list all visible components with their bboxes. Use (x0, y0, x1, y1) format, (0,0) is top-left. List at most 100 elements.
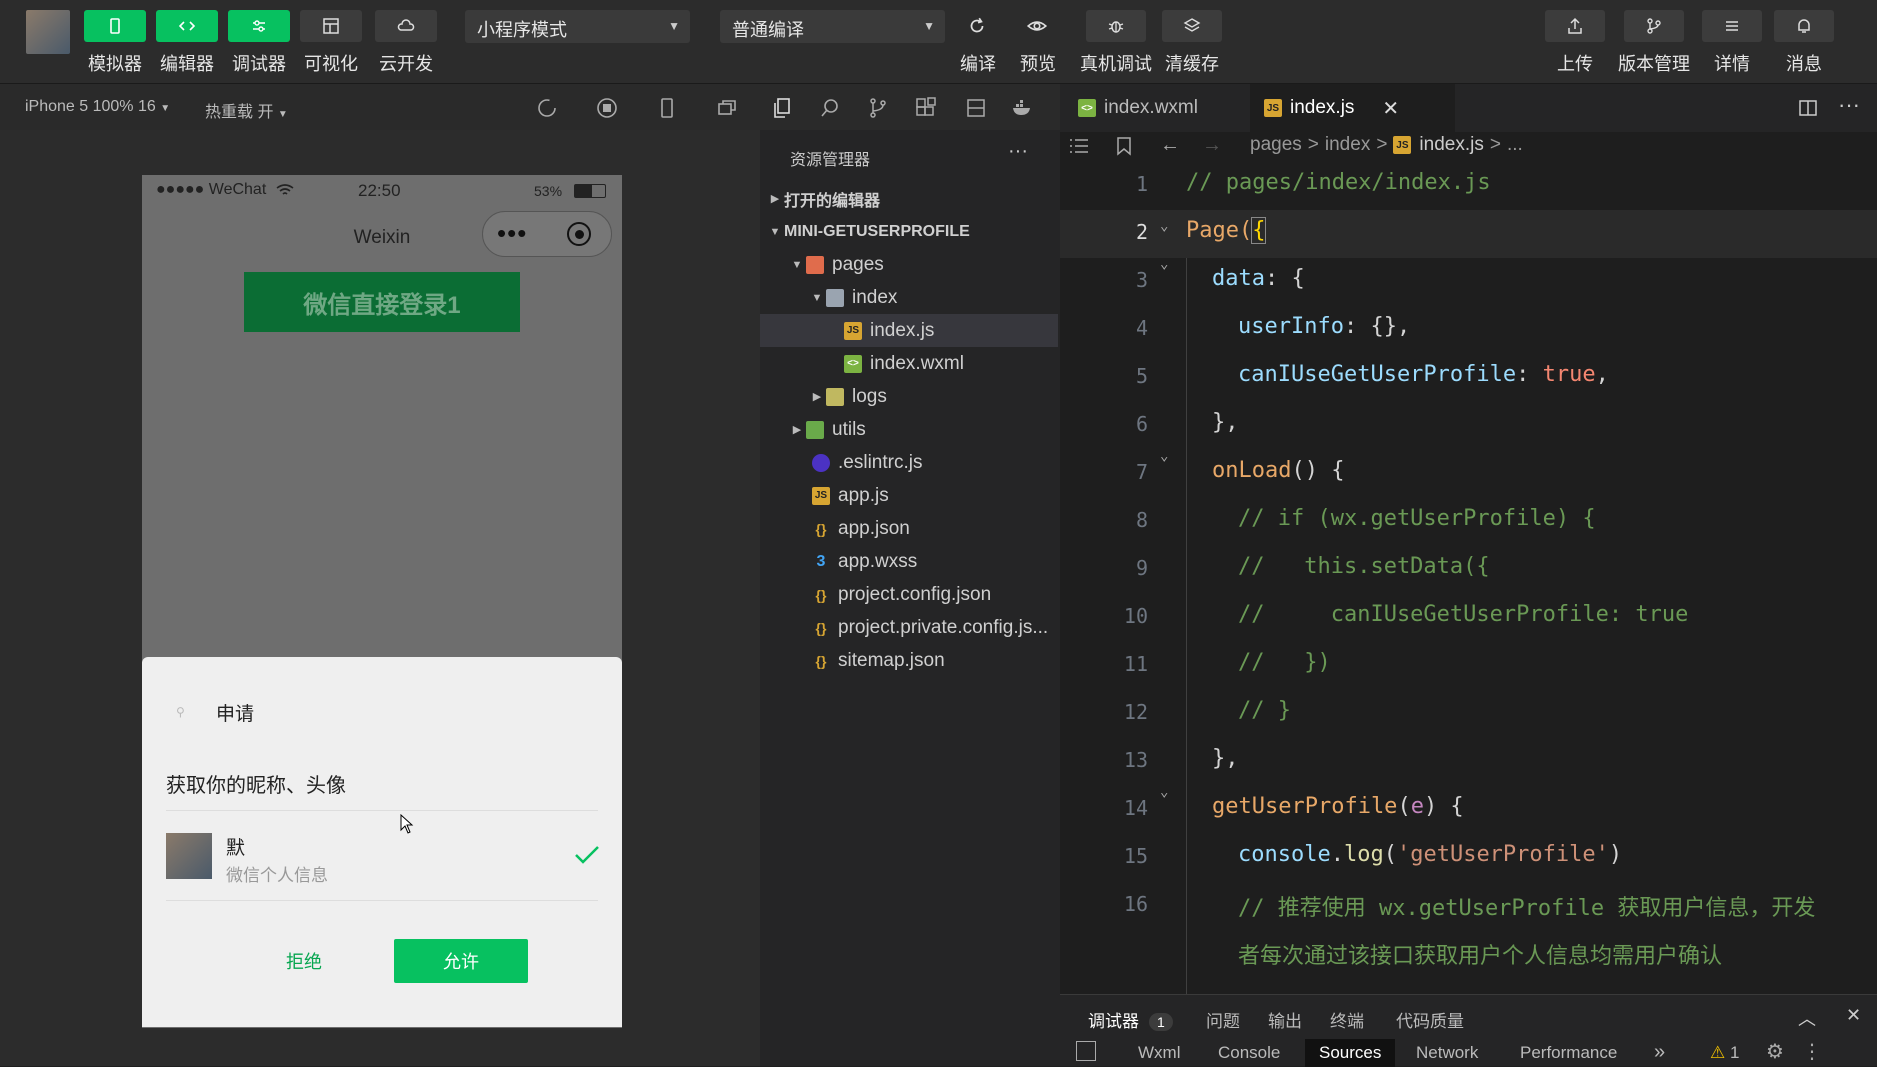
fold-icon[interactable]: ⌄ (1160, 256, 1168, 272)
cloud-button[interactable] (375, 10, 437, 42)
messages-button[interactable] (1774, 10, 1834, 42)
tree-file-index-wxml[interactable]: <> index.wxml (760, 347, 1058, 380)
code-text: }, (1212, 746, 1239, 771)
tab-index-js[interactable]: JS index.js ✕ (1250, 84, 1455, 132)
tab-console[interactable]: Console (1218, 1043, 1280, 1063)
tab-terminal[interactable]: 终端 (1330, 1007, 1364, 1032)
allow-button[interactable]: 允许 (394, 939, 528, 983)
menu-icon (1726, 21, 1738, 31)
debugger-button[interactable] (228, 10, 290, 42)
explorer-more-button[interactable]: ··· (1008, 140, 1028, 163)
avatar[interactable] (26, 10, 70, 54)
code-line: 8// if (wx.getUserProfile) { (1135, 506, 1596, 532)
more-tabs-button[interactable]: » (1654, 1041, 1665, 1064)
extensions-icon[interactable] (914, 96, 938, 120)
tab-issues[interactable]: 问题 (1206, 1007, 1240, 1032)
tab-output[interactable]: 输出 (1268, 1007, 1302, 1032)
tab-index-wxml[interactable]: <> index.wxml (1060, 84, 1240, 132)
breadcrumb-item[interactable]: index (1325, 134, 1370, 156)
hot-reload-toggle[interactable]: 热重载 开 ▼ (205, 98, 288, 122)
breadcrumb-separator: > (1307, 134, 1319, 155)
storage-icon[interactable] (964, 96, 988, 120)
tree-item-label: index.js (870, 319, 935, 341)
simulator-button[interactable] (84, 10, 146, 42)
tree-file-index-js[interactable]: JS index.js (760, 314, 1058, 347)
simulator-label: 模拟器 (88, 54, 142, 74)
device-icon[interactable] (655, 96, 679, 120)
fold-icon[interactable]: ⌄ (1160, 218, 1168, 234)
split-editor-icon[interactable] (1798, 98, 1818, 118)
status-battery: 53% (534, 183, 563, 199)
tree-file-eslintrc[interactable]: .eslintrc.js (760, 446, 1058, 479)
warning-icon: ⚠ (1710, 1043, 1726, 1062)
tree-folder-utils[interactable]: ▶ utils (760, 413, 1058, 446)
gear-icon[interactable]: ⚙ (1766, 1039, 1784, 1064)
wechat-login-button[interactable]: 微信直接登录1 (244, 272, 520, 332)
version-button[interactable] (1624, 10, 1684, 42)
tab-performance[interactable]: Performance (1520, 1043, 1617, 1063)
back-arrow-icon[interactable]: ← (1160, 134, 1180, 157)
breadcrumb-item[interactable]: ... (1507, 134, 1523, 156)
visual-button[interactable] (300, 10, 362, 42)
clear-cache-button[interactable] (1162, 10, 1222, 42)
code-line: 13}, (1123, 746, 1239, 772)
tab-network[interactable]: Network (1416, 1043, 1478, 1063)
battery-icon (574, 184, 606, 198)
warning-count[interactable]: ⚠ 1 (1710, 1043, 1739, 1063)
tree-file-project-private-config[interactable]: {} project.private.config.js... (760, 611, 1058, 644)
close-icon[interactable]: ✕ (1382, 96, 1399, 121)
close-mini-program-icon[interactable] (567, 222, 591, 246)
window-icon[interactable] (715, 96, 739, 120)
eslint-file-icon (812, 453, 830, 472)
chevron-up-icon[interactable]: ︿ (1798, 1005, 1816, 1031)
tree-file-app-json[interactable]: {} app.json (760, 512, 1058, 545)
capsule-menu[interactable]: ••• (482, 211, 612, 257)
code-text: // pages/index/index.js (1186, 170, 1491, 195)
simulator-subbar: iPhone 5 100% 16 ▼ 热重载 开 ▼ (0, 84, 1060, 130)
tree-file-project-config[interactable]: {} project.config.json (760, 578, 1058, 611)
breadcrumb-item[interactable]: index.js (1419, 134, 1483, 156)
tree-folder-pages[interactable]: ▼ pages (760, 248, 1058, 281)
tab-sources[interactable]: Sources (1305, 1039, 1396, 1067)
stop-icon[interactable] (595, 96, 619, 120)
tree-file-app-wxss[interactable]: 3 app.wxss (760, 545, 1058, 578)
tab-code-quality[interactable]: 代码质量 (1396, 1007, 1464, 1032)
more-actions-icon[interactable]: ··· (1838, 92, 1860, 118)
project-section[interactable]: ▼ MINI-GETUSERPROFILE (760, 215, 1058, 248)
forward-arrow-icon[interactable]: → (1202, 134, 1222, 157)
tab-wxml[interactable]: Wxml (1138, 1043, 1180, 1063)
reject-button[interactable]: 拒绝 (242, 939, 366, 983)
close-icon[interactable]: ✕ (1846, 1005, 1861, 1026)
inspect-icon[interactable] (1076, 1041, 1096, 1061)
tree-item-label: index (852, 286, 898, 308)
compile-select[interactable]: 普通编译 ▼ (720, 10, 945, 43)
user-option[interactable]: 默 微信个人信息 (166, 811, 599, 899)
code-line: 14 ⌄ getUserProfile(e) { (1123, 784, 1464, 820)
tree-folder-index[interactable]: ▼ index (760, 281, 1058, 314)
remote-debug-button[interactable] (1086, 10, 1146, 42)
files-icon[interactable] (770, 96, 794, 120)
open-editors-section[interactable]: ▶ 打开的编辑器 (760, 182, 1058, 215)
compile-button[interactable] (962, 10, 992, 42)
more-icon[interactable]: ••• (497, 218, 527, 249)
details-button[interactable] (1702, 10, 1762, 42)
rotate-icon[interactable] (535, 96, 559, 120)
breadcrumb-item[interactable]: pages (1250, 134, 1302, 156)
fold-icon[interactable]: ⌄ (1160, 784, 1168, 800)
preview-button[interactable] (1022, 10, 1052, 42)
source-control-icon[interactable] (866, 96, 890, 120)
bookmark-icon[interactable] (1116, 136, 1132, 156)
tree-folder-logs[interactable]: ▶ logs (760, 380, 1058, 413)
fold-icon[interactable]: ⌄ (1160, 448, 1168, 464)
tab-debugger[interactable]: 调试器 1 (1088, 1007, 1173, 1032)
device-select[interactable]: iPhone 5 100% 16 ▼ (25, 98, 170, 116)
more-vertical-icon[interactable]: ⋮ (1802, 1039, 1822, 1064)
tree-file-sitemap[interactable]: {} sitemap.json (760, 644, 1058, 677)
mode-select[interactable]: 小程序模式 ▼ (465, 10, 690, 43)
search-icon[interactable] (818, 96, 842, 120)
docker-icon[interactable] (1010, 96, 1034, 120)
tree-file-app-js[interactable]: JS app.js (760, 479, 1058, 512)
upload-button[interactable] (1545, 10, 1605, 42)
list-icon[interactable] (1068, 136, 1090, 156)
editor-button[interactable] (156, 10, 218, 42)
